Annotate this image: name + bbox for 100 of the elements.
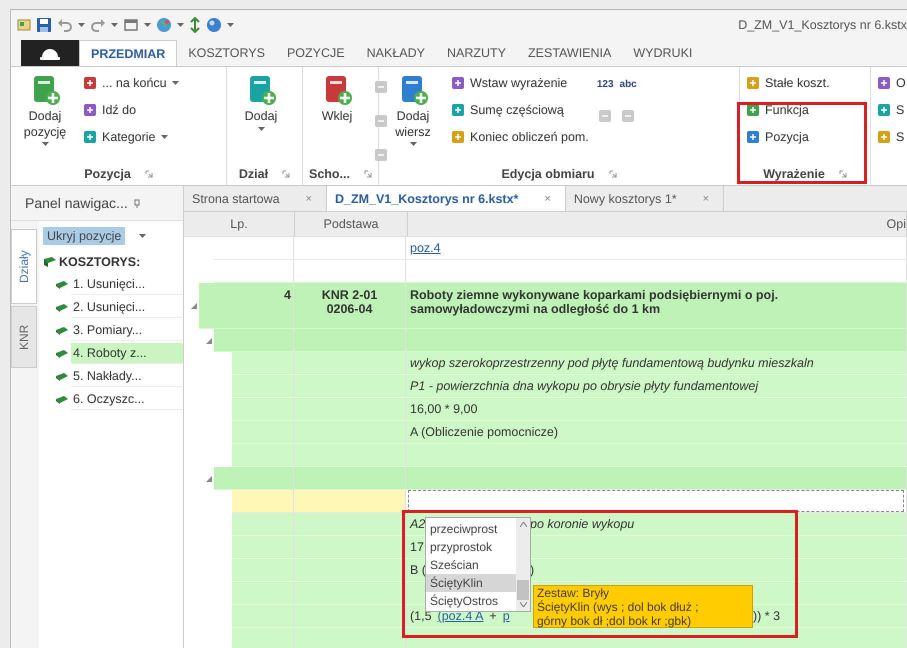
expander-icon[interactable] <box>206 338 212 344</box>
group-label: Edycja obmiaru <box>501 167 595 181</box>
sort-icon[interactable] <box>189 17 201 33</box>
autocomplete-item[interactable]: Sześcian <box>426 556 516 574</box>
ribbon-button[interactable]: S <box>875 125 907 149</box>
tooltip-text: górny bok dł ;dol bok kr ;gbk) <box>537 614 692 628</box>
app-menu-button[interactable] <box>21 40 79 66</box>
ribbon-button[interactable]: Pozycja <box>744 125 832 149</box>
group-label: Dział <box>238 167 268 181</box>
tree-item[interactable]: 4. Roboty z... <box>71 343 183 364</box>
table-cell <box>232 398 294 421</box>
app-icon[interactable] <box>17 18 31 32</box>
position-link[interactable]: poz.4 <box>410 241 441 255</box>
tooltip-text: Zestaw: Bryły <box>537 586 610 600</box>
description-text: P1 - powierzchnia dna wykopu po obrysie płyty fundamentowej <box>410 379 758 393</box>
tree-item[interactable]: 5. Nakłady... <box>71 366 183 387</box>
dialog-launcher-icon[interactable] <box>838 170 847 178</box>
ribbon-button[interactable]: Kategorie <box>81 125 181 149</box>
ribbon-button[interactable]: Funkcja <box>744 98 832 122</box>
document-tab[interactable]: D_ZM_V1_Kosztorys nr 6.kstx* × <box>326 186 566 211</box>
book-icon <box>55 348 69 358</box>
dialog-launcher-icon[interactable] <box>608 170 617 178</box>
side-tab[interactable]: Działy <box>11 229 37 304</box>
ribbon-large-button[interactable]: Dodaj <box>231 71 291 133</box>
tree-item[interactable]: 3. Pomiary... <box>71 320 183 341</box>
ribbon-button[interactable]: Sumę częściową <box>449 98 591 122</box>
scroll-up-icon[interactable] <box>520 522 526 527</box>
tree-item[interactable]: 1. Usunięci... <box>71 274 183 295</box>
close-tab-button[interactable]: × <box>544 192 551 204</box>
format-button[interactable]: 123 <box>596 79 614 90</box>
format-button[interactable]: abc <box>620 79 637 90</box>
table-cell <box>232 513 294 536</box>
tree-root[interactable]: KOSZTORYS: <box>59 255 140 269</box>
scroll-down-icon[interactable] <box>520 602 526 607</box>
table-cell <box>232 444 294 467</box>
side-tab[interactable]: KNR <box>11 306 37 368</box>
undo-icon[interactable] <box>57 17 73 33</box>
formula-link[interactable]: p <box>502 609 510 623</box>
ribbon-icon <box>83 76 97 90</box>
caret-icon <box>227 23 234 27</box>
column-header[interactable]: Lp. <box>184 212 295 236</box>
formula-text: A2 <box>410 517 426 531</box>
ribbon-tab[interactable]: NAKŁADY <box>356 40 436 66</box>
formula-text: 17 <box>410 540 424 554</box>
autocomplete-item[interactable]: przeciwprost <box>426 520 516 538</box>
document-tab[interactable]: Nowy kosztorys 1* × <box>566 186 724 211</box>
filter-dropdown[interactable]: Ukryj pozycje <box>43 225 183 247</box>
save-icon[interactable] <box>36 17 52 33</box>
ribbon-tab[interactable]: POZYCJE <box>276 40 356 66</box>
ribbon-button[interactable]: S <box>875 98 907 122</box>
formula-link[interactable]: (poz.4 A <box>438 609 484 623</box>
dialog-launcher-icon[interactable] <box>364 170 372 178</box>
ribbon-tab[interactable]: KOSZTORYS <box>177 40 276 66</box>
position-description: Roboty ziemne wykonywane koparkami podsiębiernymi o poj. <box>410 288 778 302</box>
ribbon-large-button[interactable]: Wklej <box>307 71 367 127</box>
ribbon-button[interactable]: Wstaw wyrażenie <box>449 71 591 95</box>
pin-icon[interactable] <box>134 198 140 208</box>
autocomplete-item[interactable]: przyprostok <box>426 538 516 556</box>
caret-icon <box>177 23 184 27</box>
caret-icon <box>111 23 118 27</box>
dialog-launcher-icon[interactable] <box>282 170 290 178</box>
ribbon-button[interactable]: Idź do <box>81 98 181 122</box>
ribbon-large-button[interactable]: Dodaj wiersz <box>383 71 443 148</box>
ribbon-icon <box>877 130 891 144</box>
ribbon-tab[interactable]: NARZUTY <box>436 40 518 66</box>
expander-icon[interactable] <box>206 476 212 482</box>
formula-text: + <box>489 609 497 623</box>
expander-icon[interactable] <box>191 303 197 309</box>
table-cell <box>232 582 294 605</box>
table-cell <box>232 352 294 375</box>
scroll-thumb[interactable] <box>517 580 529 600</box>
window-icon[interactable] <box>123 17 139 33</box>
ribbon-tab[interactable]: ZESTAWIENIA <box>517 40 622 66</box>
autocomplete-item[interactable]: ŚciętyKlin <box>426 574 516 592</box>
globe-icon[interactable] <box>156 17 172 33</box>
ribbon-large-button[interactable]: Dodaj pozycję <box>15 71 75 148</box>
column-header[interactable]: Opi <box>408 212 907 236</box>
autocomplete-item[interactable]: ŚciętyOstros <box>426 592 516 610</box>
book-icon <box>55 280 69 290</box>
tree-item[interactable]: 6. Oczyszc... <box>71 389 183 410</box>
tree-item[interactable]: 2. Usunięci... <box>71 297 183 318</box>
scrollbar[interactable] <box>516 518 530 611</box>
ribbon-button[interactable]: ... na końcu <box>81 71 181 95</box>
ribbon-tab[interactable]: PRZEDMIAR <box>79 40 178 66</box>
ribbon-button[interactable]: Stałe koszt. <box>744 71 832 95</box>
column-header[interactable]: Podstawa <box>295 212 408 236</box>
ribbon-tab[interactable]: WYDRUKI <box>622 40 704 66</box>
ribbon-icon <box>877 76 891 90</box>
book-icon <box>55 302 69 312</box>
ribbon-button[interactable]: O <box>875 71 907 95</box>
table-cell <box>232 628 294 648</box>
redo-icon[interactable] <box>90 17 106 33</box>
help-icon[interactable] <box>206 17 222 33</box>
table-cell <box>232 605 294 628</box>
ribbon-button[interactable]: Koniec obliczeń pom. <box>449 125 591 149</box>
book-icon <box>55 326 69 336</box>
ribbon-icon <box>451 103 465 117</box>
dialog-launcher-icon[interactable] <box>144 170 153 178</box>
caret-icon <box>42 142 48 146</box>
window-title: D_ZM_V1_Kosztorys nr 6.kstx <box>738 18 907 32</box>
